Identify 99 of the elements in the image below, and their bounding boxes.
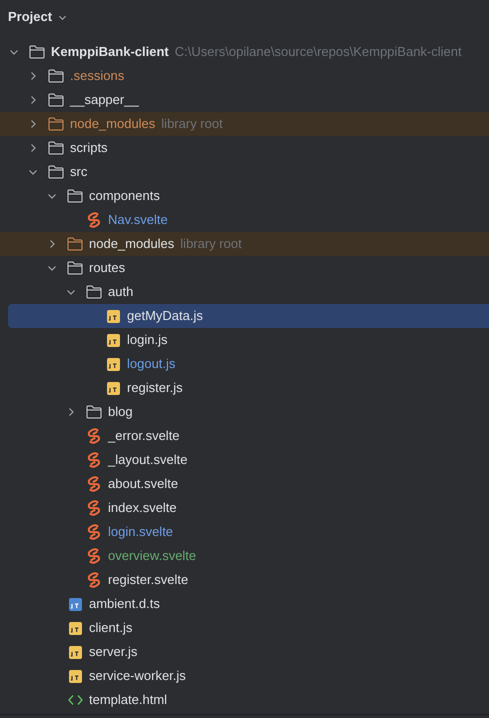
chevron-right-icon[interactable]: [28, 119, 38, 129]
folder-icon: [29, 45, 45, 59]
folder-icon: [48, 93, 64, 107]
tree-row[interactable]: login.js: [0, 328, 489, 352]
tree-row[interactable]: index.svelte: [0, 496, 489, 520]
file-name: overview.svelte: [108, 547, 196, 566]
tree-row[interactable]: template.html: [0, 688, 489, 712]
file-name: template.html: [89, 691, 168, 710]
path-hint: library root: [180, 235, 242, 254]
js-file-icon: [106, 334, 120, 346]
folder-icon: [86, 405, 102, 419]
tree-row[interactable]: about.svelte: [0, 472, 489, 496]
file-name: scripts: [70, 139, 108, 158]
chevron-down-icon[interactable]: [66, 287, 76, 297]
tree-row[interactable]: Nav.svelte: [0, 208, 489, 232]
js-file-icon: [68, 670, 82, 682]
svelte-file-icon: [87, 212, 101, 228]
folder-icon: [48, 69, 64, 83]
svelte-file-icon: [87, 524, 101, 540]
file-name: components: [89, 187, 160, 206]
tree-row[interactable]: _layout.svelte: [0, 448, 489, 472]
folder-icon: [48, 165, 64, 179]
file-name: service-worker.js: [89, 667, 186, 686]
tree-row[interactable]: getMyData.js: [8, 304, 489, 328]
tree-row[interactable]: blog: [0, 400, 489, 424]
chevron-right-icon[interactable]: [47, 239, 57, 249]
file-name: _layout.svelte: [108, 451, 188, 470]
svelte-file-icon: [87, 476, 101, 492]
tree-row[interactable]: components: [0, 184, 489, 208]
folder-icon: [48, 117, 64, 131]
tree-row[interactable]: node_modules library root: [0, 112, 489, 136]
chevron-right-icon[interactable]: [66, 407, 76, 417]
file-name: index.svelte: [108, 499, 177, 518]
ts-file-icon: [68, 598, 82, 610]
file-name: node_modules: [89, 235, 174, 254]
svelte-file-icon: [87, 452, 101, 468]
js-file-icon: [106, 358, 120, 370]
file-name: __sapper__: [70, 91, 139, 110]
tree-row[interactable]: register.svelte: [0, 568, 489, 592]
tree-row[interactable]: KemppiBank-client C:\Users\opilane\source\repos\KemppiBank-client: [0, 40, 489, 64]
file-name: Nav.svelte: [108, 211, 168, 230]
tree-row[interactable]: server.js: [0, 640, 489, 664]
file-name: ambient.d.ts: [89, 595, 160, 614]
tree-row[interactable]: .sessions: [0, 64, 489, 88]
file-name: node_modules: [70, 115, 156, 134]
tree-row[interactable]: auth: [0, 280, 489, 304]
folder-icon: [67, 261, 83, 275]
file-name: client.js: [89, 619, 132, 638]
tree-row[interactable]: register.js: [0, 376, 489, 400]
chevron-down-icon[interactable]: [28, 167, 38, 177]
folder-icon: [67, 237, 83, 251]
chevron-right-icon[interactable]: [28, 95, 38, 105]
file-name: logout.js: [127, 355, 176, 374]
tree-row[interactable]: client.js: [0, 616, 489, 640]
tree-row[interactable]: scripts: [0, 136, 489, 160]
chevron-down-icon[interactable]: [47, 263, 57, 273]
file-name: routes: [89, 259, 126, 278]
js-file-icon: [106, 382, 120, 394]
file-name: getMyData.js: [127, 307, 203, 326]
file-name: src: [70, 163, 88, 182]
tree-row[interactable]: login.svelte: [0, 520, 489, 544]
tree-row[interactable]: _error.svelte: [0, 424, 489, 448]
file-name: register.svelte: [108, 571, 188, 590]
tree-row[interactable]: overview.svelte: [0, 544, 489, 568]
file-name: blog: [108, 403, 133, 422]
path-hint: library root: [161, 115, 223, 134]
svelte-file-icon: [87, 428, 101, 444]
folder-icon: [86, 285, 102, 299]
js-file-icon: [68, 646, 82, 658]
tree-row[interactable]: ambient.d.ts: [0, 592, 489, 616]
folder-icon: [48, 141, 64, 155]
chevron-right-icon[interactable]: [28, 71, 38, 81]
js-file-icon: [68, 622, 82, 634]
file-name: server.js: [89, 643, 138, 662]
tree-row[interactable]: logout.js: [0, 352, 489, 376]
file-name: .sessions: [70, 67, 124, 86]
svelte-file-icon: [87, 572, 101, 588]
path-hint: C:\Users\opilane\source\repos\KemppiBank-client: [174, 43, 462, 62]
tree-row[interactable]: src: [0, 160, 489, 184]
tree-row[interactable]: service-worker.js: [0, 664, 489, 688]
file-name: register.js: [127, 379, 183, 398]
svelte-file-icon: [87, 500, 101, 516]
tree-row[interactable]: node_modules library root: [0, 232, 489, 256]
chevron-down-icon[interactable]: [47, 191, 57, 201]
tree-row[interactable]: __sapper__: [0, 88, 489, 112]
js-file-icon: [106, 310, 120, 322]
code-brackets-icon: [68, 694, 82, 706]
file-name: auth: [108, 283, 134, 302]
panel-title[interactable]: Project: [8, 7, 52, 27]
tree-row[interactable]: routes: [0, 256, 489, 280]
file-name: about.svelte: [108, 475, 178, 494]
file-name: _error.svelte: [108, 427, 180, 446]
file-name: login.js: [127, 331, 168, 350]
file-name: KemppiBank-client: [51, 43, 169, 62]
svelte-file-icon: [87, 548, 101, 564]
file-name: login.svelte: [108, 523, 174, 542]
chevron-down-icon[interactable]: [9, 47, 19, 57]
folder-icon: [67, 189, 83, 203]
chevron-right-icon[interactable]: [28, 143, 38, 153]
